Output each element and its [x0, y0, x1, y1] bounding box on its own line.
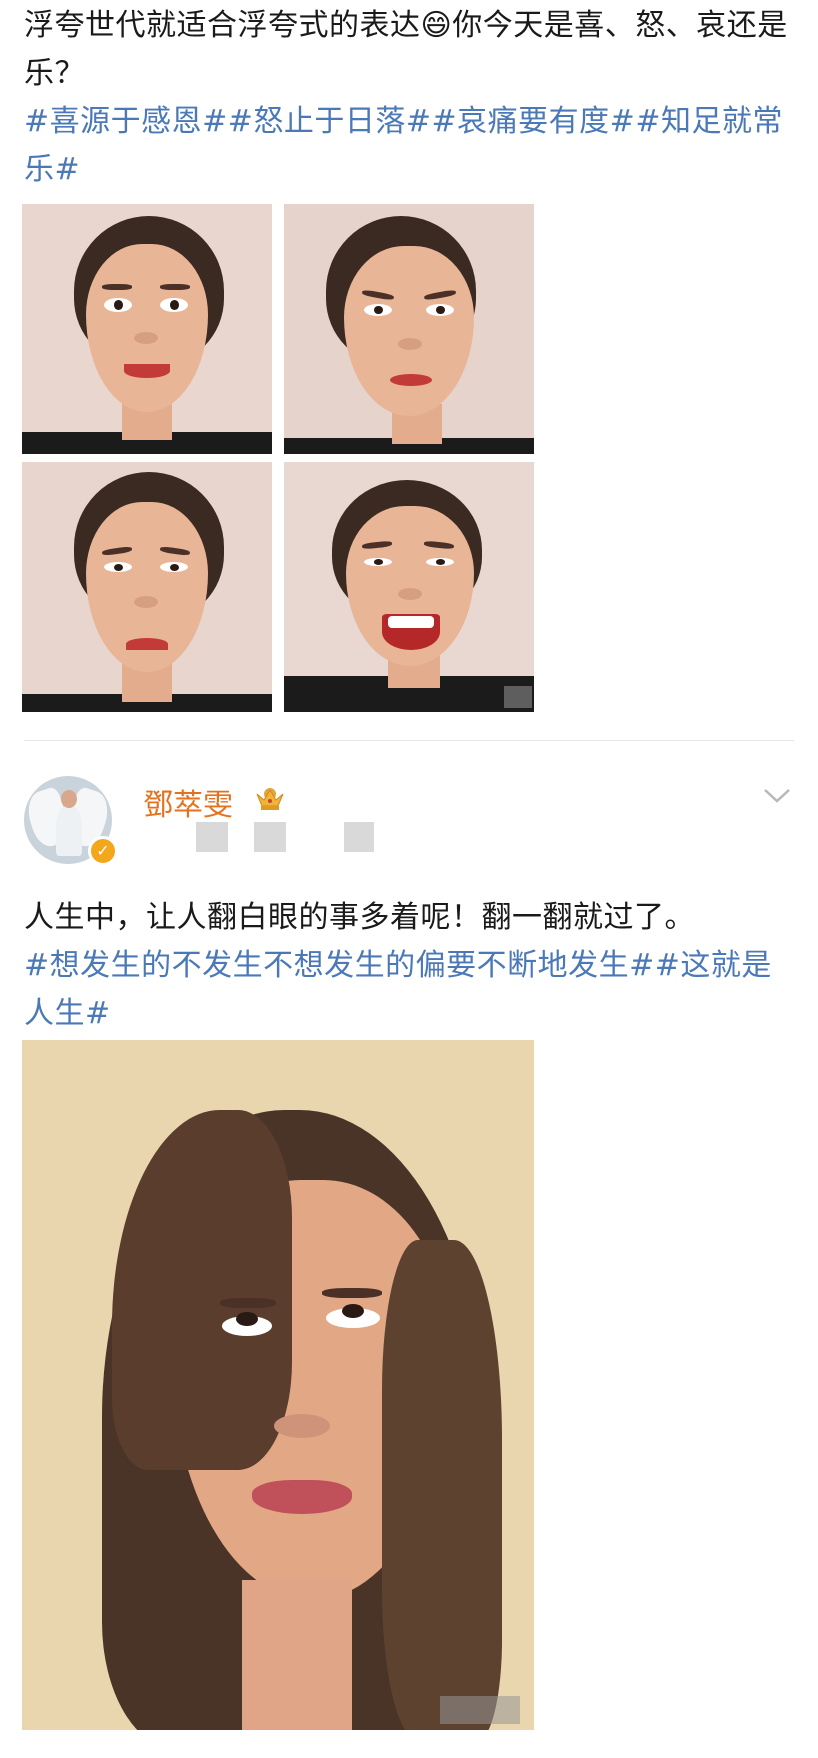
joyful-face-photo[interactable]	[284, 462, 534, 712]
source-redacted	[254, 822, 286, 852]
post2-text: 人生中，让人翻白眼的事多着呢！翻一翻就过了。 #想发生的不发生不想发生的偏要不断…	[24, 894, 794, 1038]
timestamp-redacted	[196, 822, 228, 852]
eye-roll-photo[interactable]	[22, 1040, 534, 1730]
angry-face-photo[interactable]	[284, 204, 534, 454]
chevron-down-icon[interactable]	[762, 786, 792, 806]
post1-body: 浮夸世代就适合浮夸式的表达😄你今天是喜、怒、哀还是乐？	[24, 8, 788, 91]
happy-face-photo[interactable]	[22, 204, 272, 454]
crown-icon	[256, 788, 284, 810]
verified-badge-icon: ✓	[88, 836, 118, 866]
username[interactable]: 鄧萃雯	[143, 780, 233, 824]
post1-text: 浮夸世代就适合浮夸式的表达😄你今天是喜、怒、哀还是乐？ #喜源于感恩##怒止于日…	[24, 2, 794, 194]
post-divider	[24, 740, 794, 741]
post2-body: 人生中，让人翻白眼的事多着呢！翻一翻就过了。	[24, 900, 695, 935]
post2-hashtags[interactable]: #想发生的不发生不想发生的偏要不断地发生##这就是人生#	[24, 948, 772, 1031]
post1-hashtags[interactable]: #喜源于感恩##怒止于日落##哀痛要有度##知足就常乐#	[24, 104, 783, 187]
meta-redacted	[344, 822, 374, 852]
sad-face-photo[interactable]	[22, 462, 272, 712]
